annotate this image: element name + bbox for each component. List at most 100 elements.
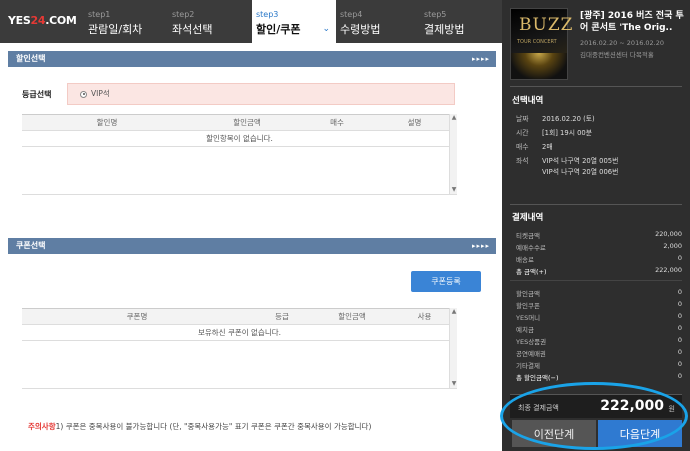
logo-text-com: .COM <box>45 14 77 27</box>
discount-row: YES머니 0 <box>516 312 682 322</box>
step-label: 수령방법 <box>340 23 381 36</box>
grade-option-label[interactable]: VIP석 <box>91 89 110 98</box>
payment-value: 0 <box>677 324 682 332</box>
table-row <box>22 147 457 163</box>
step-number: step3 <box>256 10 279 19</box>
column-header: 설명 <box>372 114 457 131</box>
discount-total-row: 총 할인금액(−) 0 <box>516 372 682 382</box>
prev-step-button[interactable]: 이전단계 <box>512 420 596 447</box>
payment-value: 220,000 <box>655 230 682 238</box>
step-number: step1 <box>88 10 111 19</box>
payment-value: 0 <box>677 360 682 368</box>
row-value: VIP석 나구역 20열 005번 <box>542 157 619 165</box>
step-number: step5 <box>424 10 447 19</box>
discount-row: 공연예매권 0 <box>516 348 682 358</box>
payment-label: YES머니 <box>516 314 541 322</box>
table-row <box>22 357 457 373</box>
coupon-table: 쿠폰명 등급 할인금액 사용 보유하신 쿠폰이 없습니다. <box>22 308 457 389</box>
step-label: 좌석선택 <box>172 23 213 36</box>
row-value: 2매 <box>542 143 553 151</box>
payment-label: 할인금액 <box>516 290 540 298</box>
payment-value: 0 <box>677 288 682 296</box>
discount-section-header: 할인선택 ▸▸▸▸ <box>8 51 496 67</box>
show-poster: BUZZ TOUR CONCERT <box>510 8 572 80</box>
payment-title: 결제내역 <box>512 213 544 223</box>
poster-stage-image <box>511 53 567 79</box>
coupon-register-button[interactable]: 쿠폰등록 <box>411 271 481 292</box>
yes24-logo[interactable]: YES24.COM <box>8 10 77 32</box>
discount-row: 예치금 0 <box>516 324 682 334</box>
column-header: 매수 <box>302 114 372 131</box>
step-5-tab[interactable]: step5 결제방법 <box>420 0 504 43</box>
caution-text: 1) 쿠폰은 중복사용이 불가능합니다 (단, "중복사용가능" 표기 쿠폰은 … <box>55 422 372 431</box>
logo-text-yes: YES <box>8 14 31 27</box>
next-step-button[interactable]: 다음단계 <box>598 420 682 447</box>
payment-label: 총 할인금액(−) <box>516 374 559 382</box>
payment-value: 0 <box>677 336 682 344</box>
discount-table: 할인명 할인금액 매수 설명 할인항목이 없습니다. <box>22 114 457 195</box>
payment-value: 0 <box>677 254 682 262</box>
column-header: 쿠폰명 <box>22 308 252 325</box>
payment-label: 배송료 <box>516 256 534 264</box>
currency-label: 원 <box>668 405 675 413</box>
final-total-amount: 222,000 <box>600 398 664 414</box>
coupon-section-title: 쿠폰선택 <box>16 241 46 250</box>
caution-note: 주의사항1) 쿠폰은 중복사용이 불가능합니다 (단, "중복사용가능" 표기 … <box>28 421 371 432</box>
show-venue: 김대중컨벤션센터 다목적홀 <box>580 51 654 59</box>
divider <box>510 86 682 87</box>
discount-table-scrollbar[interactable]: ▲ ▼ <box>449 114 457 194</box>
table-row <box>22 341 457 357</box>
row-key: 좌석 <box>516 157 529 165</box>
empty-message: 보유하신 쿠폰이 없습니다. <box>22 324 457 341</box>
payment-label: 공연예매권 <box>516 350 546 358</box>
caution-label: 주의사항 <box>28 422 56 431</box>
step-2-tab[interactable]: step2 좌석선택 <box>168 0 252 43</box>
payment-label: 예치금 <box>516 326 534 334</box>
step-label: 관람일/회차 <box>88 23 143 36</box>
grade-select-box: VIP석 <box>67 83 455 105</box>
poster-title: BUZZ <box>519 15 574 35</box>
payment-value: 0 <box>677 300 682 308</box>
step-3-tab[interactable]: step3 할인/쿠폰 ⌄ <box>252 0 336 43</box>
scroll-down-icon[interactable]: ▼ <box>450 186 458 194</box>
row-value: VIP석 나구역 20열 006번 <box>542 168 619 176</box>
divider <box>510 204 682 205</box>
row-value: [1회] 19시 00분 <box>542 129 593 137</box>
order-summary-panel: BUZZ TOUR CONCERT [광주] 2016 버즈 전국 투어 콘서트… <box>502 0 690 451</box>
scroll-up-icon[interactable]: ▲ <box>450 308 458 316</box>
selection-count-row: 매수 2매 <box>516 141 553 151</box>
poster-subtitle: TOUR CONCERT <box>517 39 557 45</box>
payment-label: 총 금액(+) <box>516 268 547 276</box>
table-header-row: 할인명 할인금액 매수 설명 <box>22 114 457 131</box>
coupon-table-scrollbar[interactable]: ▲ ▼ <box>449 308 457 388</box>
table-row <box>22 163 457 179</box>
payment-value: 0 <box>677 348 682 356</box>
discount-section-title: 할인선택 <box>16 54 46 63</box>
step-4-tab[interactable]: step4 수령방법 <box>336 0 420 43</box>
column-header: 사용 <box>392 308 457 325</box>
discount-row: 할인금액 0 <box>516 288 682 298</box>
table-row: 할인항목이 없습니다. <box>22 130 457 147</box>
expand-arrows-icon[interactable]: ▸▸▸▸ <box>472 238 490 254</box>
step-number: step2 <box>172 10 195 19</box>
payment-row: 배송료 0 <box>516 254 682 264</box>
column-header: 할인금액 <box>312 308 392 325</box>
grade-radio-button[interactable] <box>80 90 87 98</box>
scroll-up-icon[interactable]: ▲ <box>450 114 458 122</box>
payment-label: 기타결제 <box>516 362 540 370</box>
step-number: step4 <box>340 10 363 19</box>
selection-seat-row: 좌석 VIP석 나구역 20열 005번 <box>516 155 618 165</box>
discount-row: YES상품권 0 <box>516 336 682 346</box>
payment-label: 예매수수료 <box>516 244 546 252</box>
row-value: 2016.02.20 (토) <box>542 115 595 123</box>
expand-arrows-icon[interactable]: ▸▸▸▸ <box>472 51 490 67</box>
row-key: 날짜 <box>516 115 529 123</box>
table-row: 보유하신 쿠폰이 없습니다. <box>22 324 457 341</box>
step-1-tab[interactable]: step1 관람일/회차 <box>84 0 168 43</box>
discount-row: 기타결제 0 <box>516 360 682 370</box>
selection-seat-row-2: VIP석 나구역 20열 006번 <box>542 166 618 176</box>
final-total-label: 최종 결제금액 <box>518 404 559 412</box>
scroll-down-icon[interactable]: ▼ <box>450 380 458 388</box>
final-total-box: 최종 결제금액 222,000 원 <box>510 394 682 418</box>
coupon-section-header: 쿠폰선택 ▸▸▸▸ <box>8 238 496 254</box>
